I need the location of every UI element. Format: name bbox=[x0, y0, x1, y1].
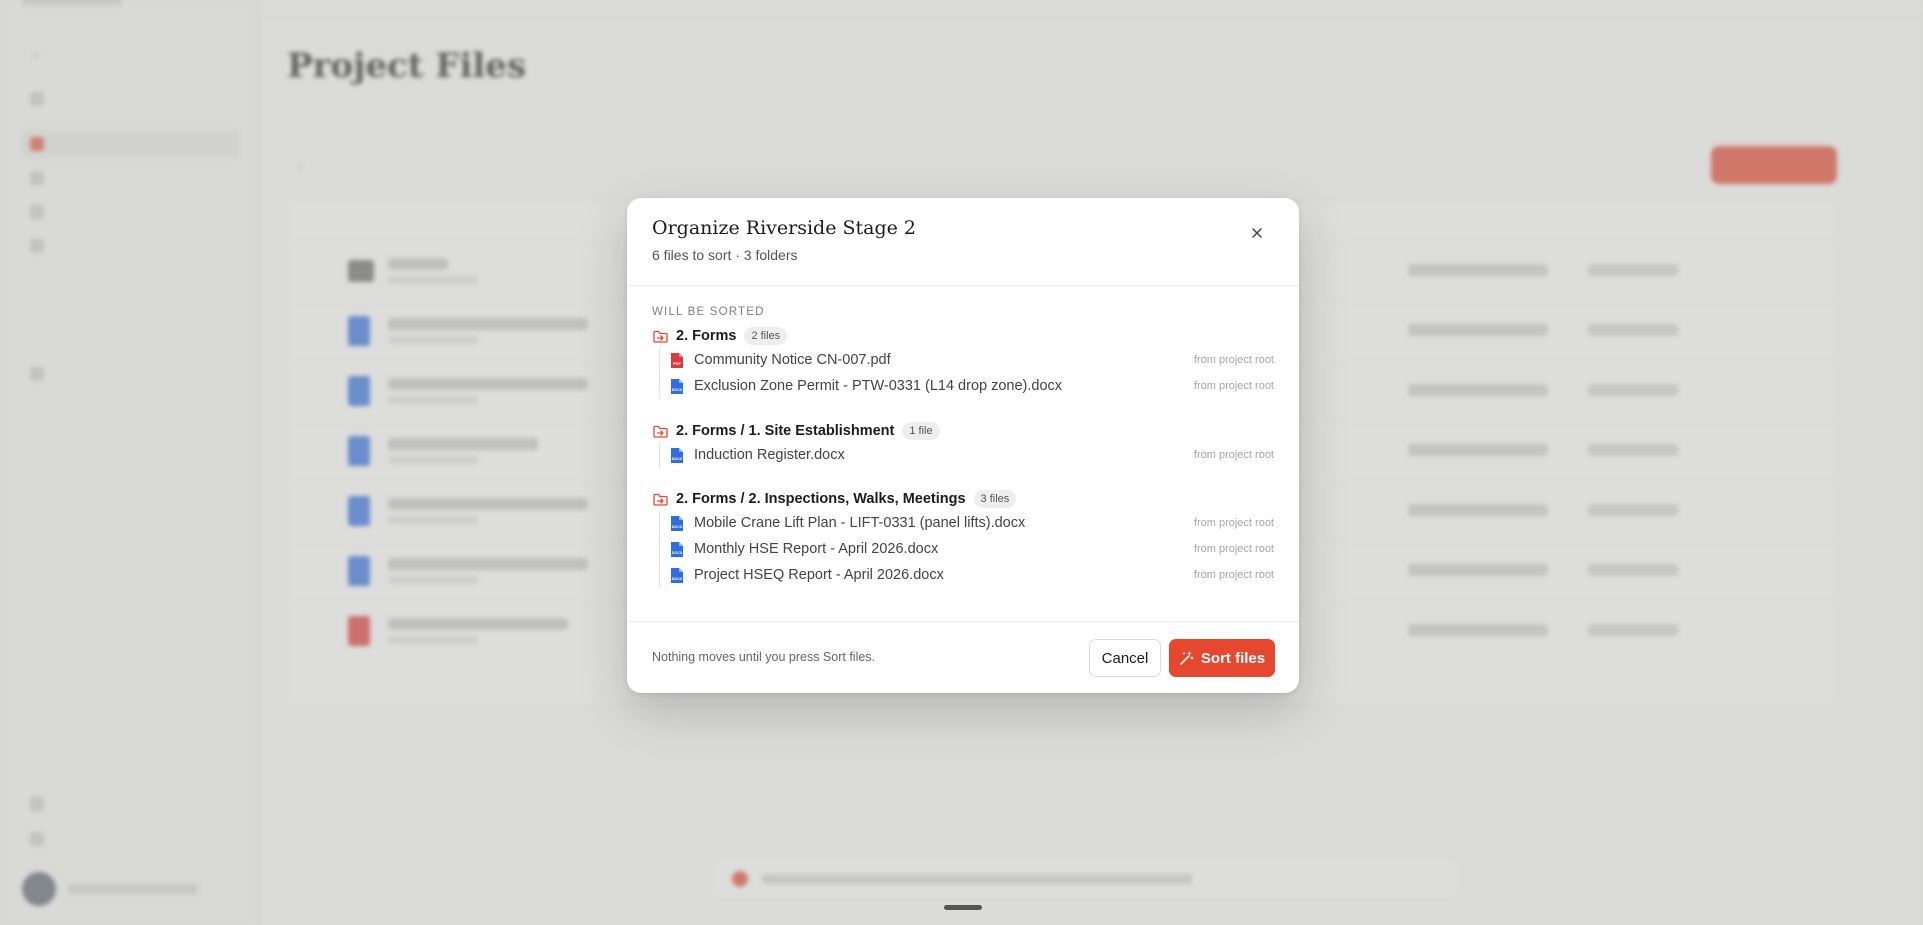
close-button[interactable] bbox=[1243, 219, 1271, 247]
pdf-file-icon: PDF bbox=[671, 352, 683, 368]
group-name: 2. Forms / 2. Inspections, Walks, Meetin… bbox=[676, 491, 966, 507]
file-name: Project HSEQ Report - April 2026.docx bbox=[694, 567, 944, 583]
file-name: Community Notice CN-007.pdf bbox=[694, 352, 891, 368]
scroll-handle[interactable] bbox=[944, 905, 982, 910]
dialog-title: Organize Riverside Stage 2 bbox=[652, 217, 916, 239]
docx-file-icon: DOCX bbox=[671, 567, 683, 583]
file-source: from project root bbox=[1193, 543, 1274, 555]
docx-file-icon: DOCX bbox=[671, 515, 683, 531]
magic-wand-icon bbox=[1180, 650, 1194, 665]
svg-text:DOCX: DOCX bbox=[672, 388, 683, 392]
svg-text:DOCX: DOCX bbox=[672, 577, 683, 581]
group-name: 2. Forms bbox=[676, 328, 737, 344]
file-name: Exclusion Zone Permit - PTW-0331 (L14 dr… bbox=[694, 378, 1063, 394]
file-source: from project root bbox=[1193, 380, 1274, 392]
sort-files-label: Sort files bbox=[1200, 649, 1266, 667]
folder-move-icon bbox=[652, 491, 668, 507]
file-item: PDF Community Notice CN-007.pdf from pro… bbox=[670, 347, 1274, 373]
file-source: from project root bbox=[1193, 354, 1274, 366]
file-source: from project root bbox=[1193, 517, 1274, 529]
folder-move-icon bbox=[652, 328, 668, 344]
organize-dialog: Organize Riverside Stage 2 6 files to so… bbox=[627, 198, 1299, 693]
docx-file-icon: DOCX bbox=[671, 447, 683, 463]
docx-file-icon: DOCX bbox=[671, 378, 683, 394]
folder-move-icon bbox=[652, 423, 668, 439]
file-item: DOCX Project HSEQ Report - April 2026.do… bbox=[670, 562, 1274, 588]
count-badge: 1 file bbox=[902, 422, 940, 440]
footer-note: Nothing moves until you press Sort files… bbox=[652, 650, 876, 664]
file-item: DOCX Induction Register.docx from projec… bbox=[670, 442, 1274, 468]
file-source: from project root bbox=[1193, 569, 1274, 581]
dialog-footer: Nothing moves until you press Sort files… bbox=[627, 621, 1299, 693]
file-name: Mobile Crane Lift Plan - LIFT-0331 (pane… bbox=[694, 515, 1026, 531]
destination-group: 2. Forms 2 files PDF Community Notice CN… bbox=[652, 325, 1274, 399]
destination-group: 2. Forms / 2. Inspections, Walks, Meetin… bbox=[652, 488, 1274, 588]
close-icon bbox=[1252, 228, 1262, 238]
dialog-header: Organize Riverside Stage 2 6 files to so… bbox=[627, 198, 1299, 286]
count-badge: 2 files bbox=[744, 327, 788, 345]
sort-files-button[interactable]: Sort files bbox=[1169, 639, 1275, 677]
svg-text:PDF: PDF bbox=[673, 361, 682, 366]
svg-text:DOCX: DOCX bbox=[672, 525, 683, 529]
file-item: DOCX Mobile Crane Lift Plan - LIFT-0331 … bbox=[670, 510, 1274, 536]
file-name: Induction Register.docx bbox=[694, 447, 845, 463]
file-item: DOCX Monthly HSE Report - April 2026.doc… bbox=[670, 536, 1274, 562]
destination-group: 2. Forms / 1. Site Establishment 1 file … bbox=[652, 420, 1274, 468]
dialog-subtitle: 6 files to sort · 3 folders bbox=[652, 247, 798, 263]
count-badge: 3 files bbox=[973, 490, 1017, 508]
svg-text:DOCX: DOCX bbox=[672, 551, 683, 555]
section-label: WILL BE SORTED bbox=[652, 306, 765, 318]
docx-file-icon: DOCX bbox=[671, 541, 683, 557]
cancel-button[interactable]: Cancel bbox=[1089, 639, 1161, 677]
dialog-body: WILL BE SORTED 2. Forms 2 files PDF Comm… bbox=[627, 286, 1299, 621]
group-name: 2. Forms / 1. Site Establishment bbox=[676, 423, 895, 439]
file-name: Monthly HSE Report - April 2026.docx bbox=[694, 541, 939, 557]
file-item: DOCX Exclusion Zone Permit - PTW-0331 (L… bbox=[670, 373, 1274, 399]
svg-text:DOCX: DOCX bbox=[672, 457, 683, 461]
file-source: from project root bbox=[1193, 449, 1274, 461]
